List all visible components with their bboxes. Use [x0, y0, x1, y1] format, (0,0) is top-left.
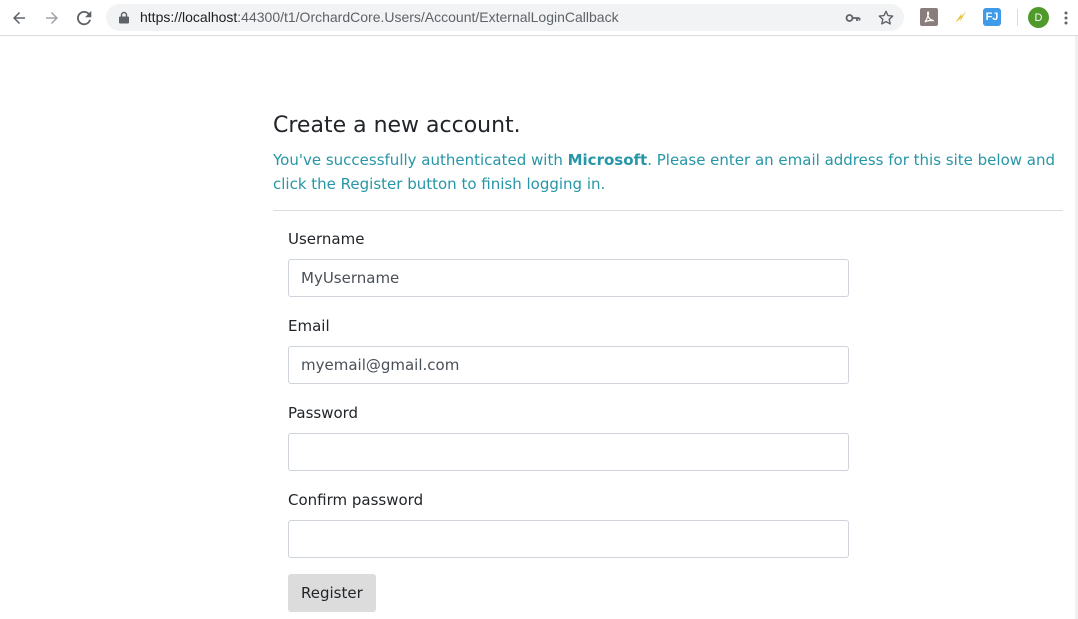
- url-text[interactable]: https://localhost:44300/t1/OrchardCore.U…: [140, 4, 619, 31]
- saved-passwords-button[interactable]: [843, 8, 863, 28]
- provider-name: Microsoft: [567, 151, 648, 169]
- confirm-password-input[interactable]: [288, 520, 849, 558]
- browser-menu-button[interactable]: [1058, 8, 1074, 28]
- profile-initial: D: [1034, 11, 1043, 24]
- page-title: Create a new account.: [273, 113, 521, 138]
- email-label: Email: [288, 317, 330, 335]
- lock-icon: [119, 11, 129, 24]
- browser-toolbar: https://localhost:44300/t1/OrchardCore.U…: [0, 0, 1078, 36]
- arrow-left-icon: [13, 12, 25, 24]
- profile-avatar[interactable]: D: [1028, 7, 1049, 28]
- message-prefix: You've successfully authenticated with: [273, 151, 568, 169]
- address-bar[interactable]: https://localhost:44300/t1/OrchardCore.U…: [106, 4, 904, 31]
- fj-extension-button[interactable]: FJ: [983, 8, 1001, 26]
- fj-extension-label: FJ: [985, 11, 999, 23]
- url-path: :44300/t1/OrchardCore.Users/Account/Exte…: [237, 9, 619, 25]
- arrow-right-icon: [46, 12, 58, 24]
- password-input[interactable]: [288, 433, 849, 471]
- pdf-extension-icon: [924, 11, 934, 23]
- register-page: Create a new account. You've successfull…: [273, 112, 1063, 612]
- url-host: https://localhost: [140, 9, 238, 25]
- section-divider: [273, 210, 1063, 211]
- lightning-extension-icon: [955, 11, 966, 23]
- reload-icon: [76, 10, 92, 26]
- bookmark-button[interactable]: [876, 8, 896, 28]
- password-label: Password: [288, 404, 359, 422]
- register-form: Username Email Password Confirm password…: [273, 230, 849, 612]
- email-input[interactable]: [288, 346, 849, 384]
- toolbar-separator: [1017, 9, 1018, 26]
- kebab-menu-icon: [1064, 11, 1068, 25]
- back-button[interactable]: [7, 6, 31, 30]
- reload-button[interactable]: [72, 6, 96, 30]
- forward-button[interactable]: [40, 6, 64, 30]
- username-label: Username: [288, 230, 365, 248]
- username-input[interactable]: [288, 259, 849, 297]
- pdf-extension-button[interactable]: [920, 8, 938, 26]
- star-icon: [878, 10, 894, 25]
- lightning-extension-button[interactable]: [951, 8, 969, 26]
- register-button[interactable]: Register: [288, 574, 376, 612]
- key-icon: [845, 14, 861, 22]
- authentication-message: You've successfully authenticated with M…: [273, 148, 1063, 196]
- confirm-password-label: Confirm password: [288, 491, 424, 509]
